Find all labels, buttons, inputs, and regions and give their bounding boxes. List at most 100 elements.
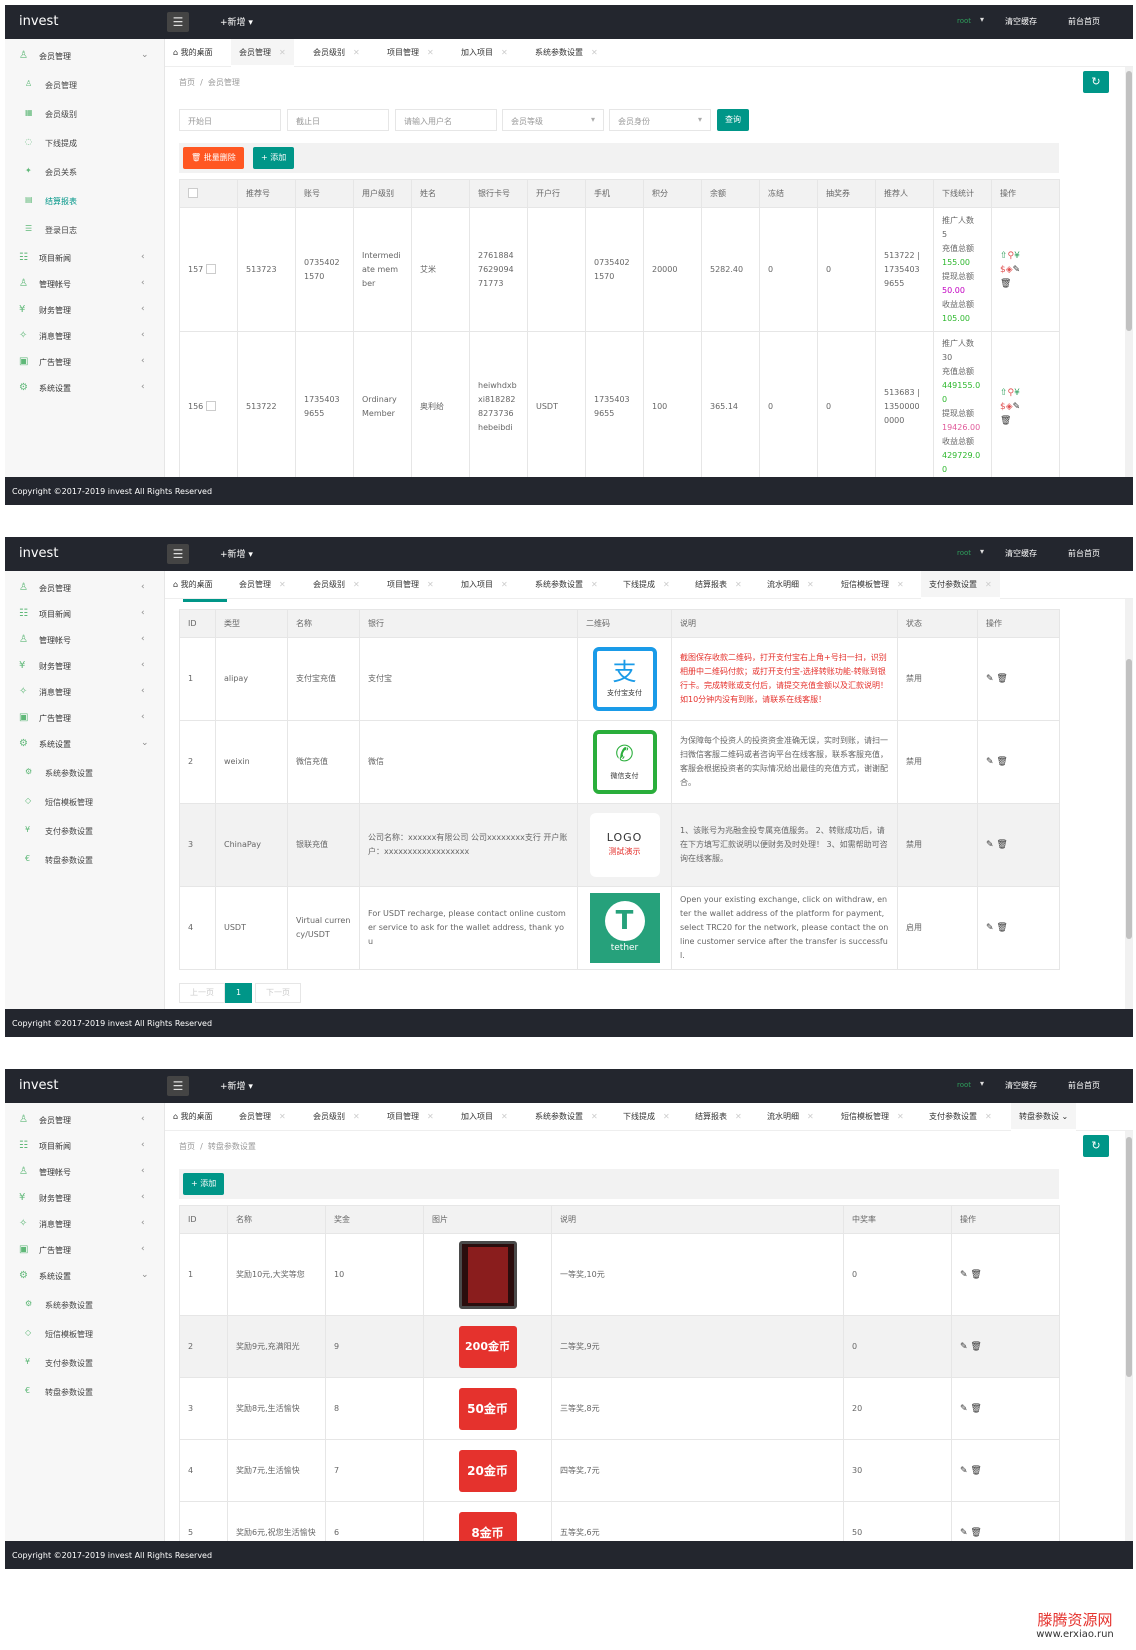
close-icon[interactable]: ✕ bbox=[897, 580, 904, 589]
trash-icon[interactable]: 🗑 bbox=[970, 1270, 981, 1280]
menu-toggle-icon[interactable]: ☰ bbox=[167, 12, 189, 32]
front-home-link[interactable]: 前台首页 bbox=[1068, 548, 1100, 559]
tab-member-manage[interactable]: 会员管理 ✕ bbox=[231, 571, 294, 599]
sidebar-item-system[interactable]: ⚙ 系统设置 ‹ bbox=[5, 375, 165, 401]
refresh-button[interactable]: ↻ bbox=[1083, 1135, 1109, 1157]
sidebar-sub-wheel-params[interactable]: € 转盘参数设置 bbox=[5, 847, 165, 873]
edit-icon[interactable]: ✎ bbox=[1013, 402, 1021, 412]
close-icon[interactable]: ✕ bbox=[427, 48, 434, 57]
start-date-input[interactable]: 开始日 bbox=[179, 109, 281, 131]
user-menu[interactable]: root bbox=[957, 1081, 971, 1089]
trash-icon[interactable]: 🗑 bbox=[1000, 279, 1011, 289]
sidebar-sub-relation[interactable]: ✦ 会员关系 bbox=[5, 159, 165, 185]
sidebar-sub-system-params[interactable]: ⚙ 系统参数设置 bbox=[5, 1292, 165, 1318]
tab-projects[interactable]: 项目管理 ✕ bbox=[379, 1103, 442, 1131]
sidebar-sub-sms-template[interactable]: ◇ 短信模板管理 bbox=[5, 1321, 165, 1347]
sidebar-item-members[interactable]: ♙ 会员管理 ‹ bbox=[5, 1107, 165, 1133]
yen-icon[interactable]: ¥ bbox=[1014, 388, 1020, 398]
add-prize-button[interactable]: + 添加 bbox=[183, 1173, 225, 1195]
user-caret-icon[interactable]: ▾ bbox=[980, 15, 984, 24]
sidebar-item-ads[interactable]: ▣ 广告管理 ‹ bbox=[5, 705, 165, 731]
edit-icon[interactable]: ✎ bbox=[960, 1270, 968, 1280]
row-id-cell[interactable]: 157 bbox=[179, 207, 238, 332]
close-icon[interactable]: ✕ bbox=[663, 580, 670, 589]
close-icon[interactable]: ✕ bbox=[279, 1112, 286, 1121]
close-icon[interactable]: ✕ bbox=[427, 1112, 434, 1121]
sidebar-item-admin[interactable]: ♙ 管理帐号 ‹ bbox=[5, 1159, 165, 1185]
sidebar-sub-commission[interactable]: ◌ 下线提成 bbox=[5, 130, 165, 156]
upload-icon[interactable]: ⇧ bbox=[1000, 388, 1008, 398]
sidebar-sub-wheel-params[interactable]: € 转盘参数设置 bbox=[5, 1379, 165, 1405]
scrollbar[interactable] bbox=[1125, 599, 1133, 1009]
yen-icon[interactable]: ¥ bbox=[1014, 251, 1020, 261]
close-icon[interactable]: ✕ bbox=[807, 1112, 814, 1121]
edit-icon[interactable]: ✎ bbox=[960, 1528, 968, 1538]
sidebar-item-members[interactable]: ♙ 会员管理 ‹ bbox=[5, 575, 165, 601]
trash-icon[interactable]: 🗑 bbox=[1000, 416, 1011, 426]
member-identity-select[interactable]: 会员身份 ▾ bbox=[609, 109, 711, 131]
tab-member-manage[interactable]: 会员管理 ✕ bbox=[231, 1103, 294, 1131]
clear-cache-link[interactable]: 清空缓存 bbox=[1005, 548, 1037, 559]
close-icon[interactable]: ✕ bbox=[279, 48, 286, 57]
tab-desktop[interactable]: ⌂ 我的桌面 bbox=[165, 1103, 221, 1131]
sidebar-item-finance[interactable]: ¥ 财务管理 ‹ bbox=[5, 1185, 165, 1211]
tab-join-project[interactable]: 加入项目 ✕ bbox=[453, 39, 516, 67]
sidebar-item-admin[interactable]: ♙ 管理帐号 ‹ bbox=[5, 627, 165, 653]
trash-icon[interactable]: 🗑 bbox=[970, 1466, 981, 1476]
sidebar-item-message[interactable]: ✧ 消息管理 ‹ bbox=[5, 679, 165, 705]
scrollbar[interactable] bbox=[1125, 67, 1133, 477]
close-icon[interactable]: ✕ bbox=[985, 1112, 992, 1121]
tab-wheel-params[interactable]: 转盘参数设 ⌄ bbox=[1011, 1103, 1077, 1131]
sidebar-sub-settlement[interactable]: ▤ 结算报表 bbox=[5, 188, 165, 214]
tab-settlement[interactable]: 结算报表 ✕ bbox=[687, 571, 750, 599]
edit-icon[interactable]: ✎ bbox=[986, 757, 994, 767]
tab-system-params[interactable]: 系统参数设置 ✕ bbox=[527, 39, 606, 67]
sidebar-sub-system-params[interactable]: ⚙ 系统参数设置 bbox=[5, 760, 165, 786]
tab-member-level[interactable]: 会员级别 ✕ bbox=[305, 571, 368, 599]
close-icon[interactable]: ✕ bbox=[353, 48, 360, 57]
sidebar-sub-sms-template[interactable]: ◇ 短信模板管理 bbox=[5, 789, 165, 815]
sidebar-sub-member-manage[interactable]: ♙ 会员管理 bbox=[5, 72, 165, 98]
trash-icon[interactable]: 🗑 bbox=[970, 1404, 981, 1414]
sidebar-item-ads[interactable]: ▣ 广告管理 ‹ bbox=[5, 1237, 165, 1263]
trash-icon[interactable]: 🗑 bbox=[996, 674, 1007, 684]
edit-icon[interactable]: ✎ bbox=[1013, 265, 1021, 275]
close-icon[interactable]: ✕ bbox=[735, 580, 742, 589]
close-icon[interactable]: ✕ bbox=[353, 580, 360, 589]
close-icon[interactable]: ✕ bbox=[591, 580, 598, 589]
sidebar-item-members[interactable]: ♙ 会员管理 ⌄ bbox=[5, 43, 165, 69]
query-button[interactable]: 查询 bbox=[717, 109, 749, 131]
tab-system-params[interactable]: 系统参数设置 ✕ bbox=[527, 571, 606, 599]
close-icon[interactable]: ✕ bbox=[591, 48, 598, 57]
add-member-button[interactable]: + 添加 bbox=[253, 147, 295, 169]
tab-system-params[interactable]: 系统参数设置 ✕ bbox=[527, 1103, 606, 1131]
close-icon[interactable]: ✕ bbox=[353, 1112, 360, 1121]
trash-icon[interactable]: 🗑 bbox=[970, 1528, 981, 1538]
tab-member-level[interactable]: 会员级别 ✕ bbox=[305, 39, 368, 67]
edit-icon[interactable]: ✎ bbox=[986, 674, 994, 684]
scrollbar[interactable] bbox=[1125, 1131, 1133, 1541]
user-menu[interactable]: root bbox=[957, 17, 971, 25]
tab-projects[interactable]: 项目管理 ✕ bbox=[379, 39, 442, 67]
next-page-button[interactable]: 下一页 bbox=[255, 983, 301, 1003]
tab-join-project[interactable]: 加入项目 ✕ bbox=[453, 571, 516, 599]
menu-toggle-icon[interactable]: ☰ bbox=[167, 1076, 189, 1096]
clear-cache-link[interactable]: 清空缓存 bbox=[1005, 1080, 1037, 1091]
sidebar-item-finance[interactable]: ¥ 财务管理 ‹ bbox=[5, 297, 165, 323]
sidebar-item-system[interactable]: ⚙ 系统设置 ⌄ bbox=[5, 1263, 165, 1289]
tab-flow[interactable]: 流水明细 ✕ bbox=[759, 571, 822, 599]
batch-delete-button[interactable]: 🗑 批量删除 bbox=[183, 147, 244, 169]
tab-commission[interactable]: 下线提成 ✕ bbox=[615, 1103, 678, 1131]
sidebar-sub-payment-params[interactable]: ¥ 支付参数设置 bbox=[5, 818, 165, 844]
front-home-link[interactable]: 前台首页 bbox=[1068, 16, 1100, 27]
trash-icon[interactable]: 🗑 bbox=[996, 757, 1007, 767]
select-all-checkbox[interactable] bbox=[179, 179, 238, 208]
new-menu-button[interactable]: +新增 ▾ bbox=[220, 15, 253, 28]
end-date-input[interactable]: 截止日 bbox=[287, 109, 389, 131]
close-icon[interactable]: ✕ bbox=[501, 580, 508, 589]
clear-cache-link[interactable]: 清空缓存 bbox=[1005, 16, 1037, 27]
menu-toggle-icon[interactable]: ☰ bbox=[167, 544, 189, 564]
sidebar-sub-payment-params[interactable]: ¥ 支付参数设置 bbox=[5, 1350, 165, 1376]
trash-icon[interactable]: 🗑 bbox=[996, 840, 1007, 850]
edit-icon[interactable]: ✎ bbox=[986, 840, 994, 850]
